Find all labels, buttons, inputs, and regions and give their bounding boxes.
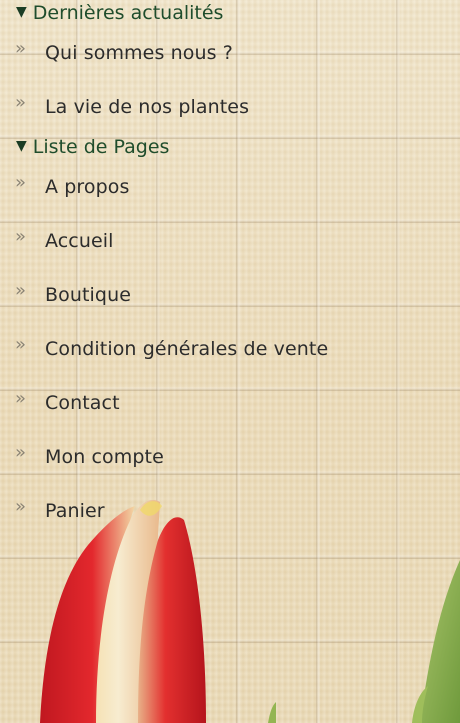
page-link-label: Contact [45,392,120,414]
page-link-label: Panier [45,500,105,522]
page-link-a-propos[interactable]: » A propos [0,160,460,214]
pages-widget: ▼ Liste de Pages » A propos » Accueil » … [0,134,460,538]
page-link-accueil[interactable]: » Accueil [0,214,460,268]
page-link-panier[interactable]: » Panier [0,484,460,538]
recent-posts-widget: ▼ Dernières actualités » Qui sommes nous… [0,0,460,134]
pages-title: Liste de Pages [32,136,170,158]
sidebar-widgets: ▼ Dernières actualités » Qui sommes nous… [0,0,460,538]
page-link-label: Mon compte [45,446,164,468]
post-link-qui-sommes-nous[interactable]: » Qui sommes nous ? [0,26,460,80]
leaf-image [268,560,460,723]
chevron-right-icon: » [15,172,27,193]
chevron-right-icon: » [15,388,27,409]
page-link-label: Boutique [45,284,132,306]
chevron-right-icon: » [15,496,27,517]
chevron-right-icon: » [15,442,27,463]
chevron-right-icon: » [15,38,27,59]
chevron-right-icon: » [15,280,27,301]
page-link-mon-compte[interactable]: » Mon compte [0,430,460,484]
pages-list: » A propos » Accueil » Boutique » Condit… [0,160,460,538]
chevron-right-icon: » [15,92,27,113]
recent-posts-list: » Qui sommes nous ? » La vie de nos plan… [0,26,460,134]
page-link-label: A propos [45,176,130,198]
caret-down-icon: ▼ [16,4,27,20]
post-link-label: La vie de nos plantes [45,96,250,118]
post-link-label: Qui sommes nous ? [45,42,233,64]
page-link-label: Accueil [45,230,114,252]
chevron-right-icon: » [15,334,27,355]
recent-posts-title: Dernières actualités [32,2,224,24]
page-link-conditions-generales[interactable]: » Condition générales de vente [0,322,460,376]
pages-heading[interactable]: ▼ Liste de Pages [0,134,460,160]
post-link-la-vie-de-nos-plantes[interactable]: » La vie de nos plantes [0,80,460,134]
chevron-right-icon: » [15,226,27,247]
page-link-contact[interactable]: » Contact [0,376,460,430]
page-link-boutique[interactable]: » Boutique [0,268,460,322]
page-link-label: Condition générales de vente [45,338,329,360]
recent-posts-heading[interactable]: ▼ Dernières actualités [0,0,460,26]
caret-down-icon: ▼ [16,138,27,154]
